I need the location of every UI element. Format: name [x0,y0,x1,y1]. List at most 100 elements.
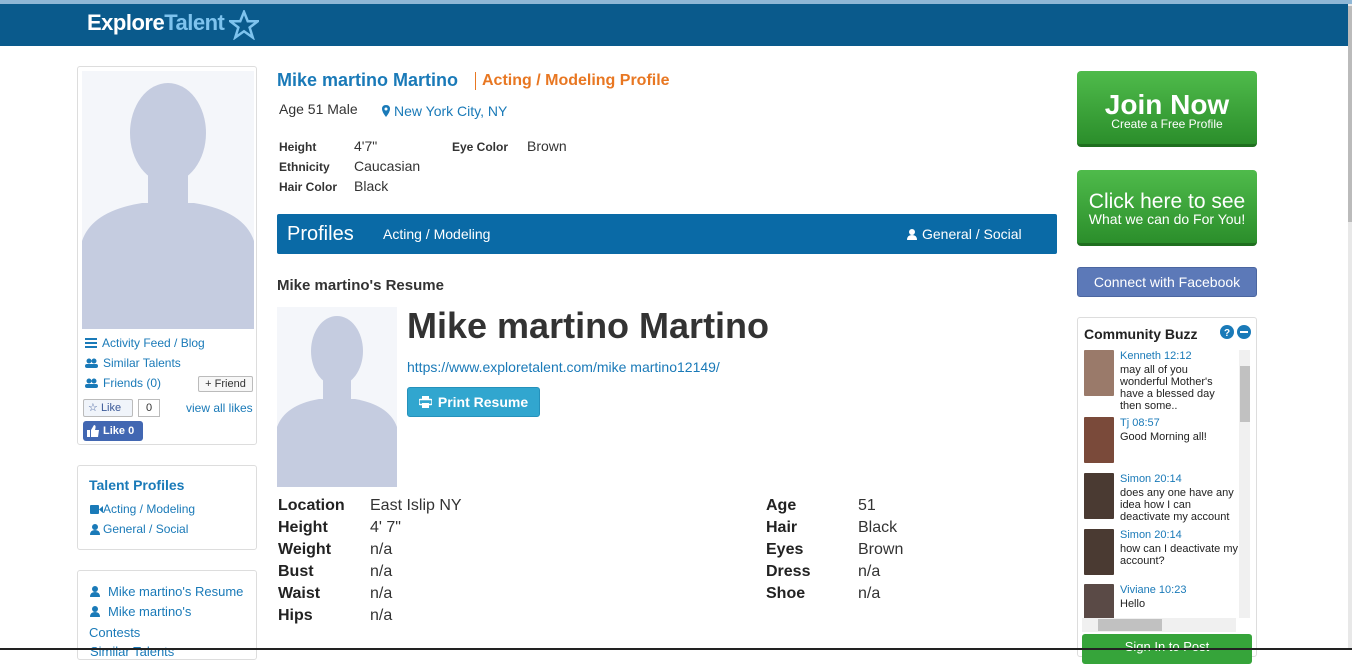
star-outline-icon: ☆ [88,402,98,414]
stat-value: n/a [370,563,393,580]
thumbs-up-icon [87,425,99,437]
video-camera-icon [90,504,103,514]
attr-eye: Eye Color Brown [452,138,567,154]
community-buzz-panel: Community Buzz ? Kenneth 12:12 may all of… [1077,317,1257,664]
resume-url-link[interactable]: https://www.exploretalent.com/mike marti… [407,359,720,375]
activity-feed-link[interactable]: Activity Feed / Blog [85,333,253,353]
list-icon [85,338,97,348]
avatar[interactable] [1084,584,1114,618]
view-all-likes-link[interactable]: view all likes [186,401,253,415]
resume-name: Mike martino Martino [407,305,770,346]
stat-label: Shoe [766,585,806,602]
profile-name: Mike martino Martino [277,70,459,90]
tab-acting-modeling[interactable]: Acting / Modeling [383,226,490,242]
stat-value: East Islip NY [370,497,462,514]
like-button[interactable]: ☆ Like [83,399,133,417]
contests-link-label[interactable]: Contests [89,625,140,640]
resume-stat-height: Height 4' 7" [278,519,401,537]
profile-photo-placeholder[interactable] [82,71,254,329]
users-icon [85,378,98,388]
location-link[interactable]: New York City, NY [382,103,507,119]
map-marker-icon [382,105,390,117]
user-icon [90,606,100,617]
buzz-message: does any one have any idea how I can dea… [1120,487,1234,523]
stat-label: Age [766,497,797,514]
see-what-we-do-button[interactable]: Click here to see What we can do For You… [1077,170,1257,246]
stat-label: Hips [278,607,313,624]
resume-stat-eyes: Eyes Brown [766,541,903,559]
age-sex: Age 51 Male [279,101,358,117]
stat-value: n/a [370,541,393,558]
stat-value: 51 [858,497,876,514]
talent-profiles-card: Talent Profiles Acting / Modeling Genera… [77,465,257,550]
avatar[interactable] [1084,529,1114,575]
avatar[interactable] [1084,350,1114,396]
stat-value: 4' 7" [370,519,401,536]
stat-value: n/a [858,585,881,602]
title-separator [475,72,476,90]
resume-stat-weight: Weight n/a [278,541,392,559]
stat-label: Height [278,519,328,536]
print-icon [418,396,432,408]
user-icon [907,228,917,240]
general-social-link[interactable]: General / Social [90,522,188,536]
buzz-message: Good Morning all! [1120,431,1207,443]
stat-value: Brown [858,541,904,558]
buzz-hscrollbar[interactable] [1082,618,1236,632]
community-buzz-title: Community Buzz [1084,326,1198,342]
page-scrollbar[interactable] [1348,4,1352,650]
talent-profiles-title: Talent Profiles [89,477,185,493]
resume-stat-location: Location East Islip NY [278,497,462,515]
attr-hair: Hair Color Black [279,178,389,194]
facebook-like-button[interactable]: Like 0 [83,421,143,441]
like-count: 0 [138,399,160,417]
buzz-author[interactable]: Simon 20:14 [1120,529,1182,541]
stat-value: n/a [370,585,393,602]
profile-type: Acting / Modeling Profile [482,72,670,89]
buzz-author[interactable]: Viviane 10:23 [1120,584,1186,596]
buzz-author[interactable]: Kenneth 12:12 [1120,350,1192,362]
resume-heading: Mike martino's Resume [277,277,444,294]
stat-label: Waist [278,585,321,602]
stat-label: Bust [278,563,314,580]
stat-label: Dress [766,563,811,580]
join-now-button[interactable]: Join Now Create a Free Profile [1077,71,1257,147]
resume-links-card: Mike martino's Resume Mike martino's Con… [77,570,257,660]
resume-stat-bust: Bust n/a [278,563,392,581]
stat-value: n/a [370,607,393,624]
buzz-author[interactable]: Simon 20:14 [1120,473,1182,485]
connect-facebook-button[interactable]: Connect with Facebook [1077,267,1257,297]
buzz-message: how can I deactivate my account? [1120,543,1239,567]
buzz-message: may all of you wonderful Mother's have a… [1120,364,1215,412]
resume-stat-age: Age 51 [766,497,876,515]
resume-stat-hips: Hips n/a [278,607,392,625]
print-resume-button[interactable]: Print Resume [407,387,540,417]
attr-height: Height 4'7" [279,138,378,154]
similar-talents-link[interactable]: Similar Talents [85,353,253,373]
site-logo[interactable]: ExploreTalent [87,10,225,36]
attr-ethnicity: Ethnicity Caucasian [279,158,421,174]
acting-modeling-link[interactable]: Acting / Modeling [90,502,195,516]
resume-link[interactable]: Mike martino's Resume [90,584,243,599]
avatar[interactable] [1084,473,1114,519]
contests-link[interactable]: Mike martino's [90,604,191,619]
user-icon [90,586,100,597]
stat-label: Hair [766,519,798,536]
site-header: ExploreTalent [0,4,1348,46]
help-icon[interactable]: ? [1220,325,1234,339]
buzz-scrollbar[interactable] [1239,350,1250,618]
users-icon [85,358,98,368]
tab-general-social[interactable]: General / Social [907,226,1022,242]
svg-text:?: ? [1224,328,1230,339]
buzz-author[interactable]: Tj 08:57 [1120,417,1160,429]
profile-sidebar-card: Activity Feed / Blog Similar Talents Fri… [77,66,257,445]
profiles-tabbar: Profiles Acting / Modeling General / Soc… [277,214,1057,254]
add-friend-button[interactable]: + Friend [198,376,253,392]
silhouette-icon [277,316,397,487]
similar-talents-link-2[interactable]: Similar Talents [90,644,174,659]
avatar[interactable] [1084,417,1114,463]
resume-photo-placeholder [277,307,397,487]
stat-label: Location [278,497,345,514]
stat-label: Weight [278,541,332,558]
collapse-icon[interactable] [1237,325,1251,339]
